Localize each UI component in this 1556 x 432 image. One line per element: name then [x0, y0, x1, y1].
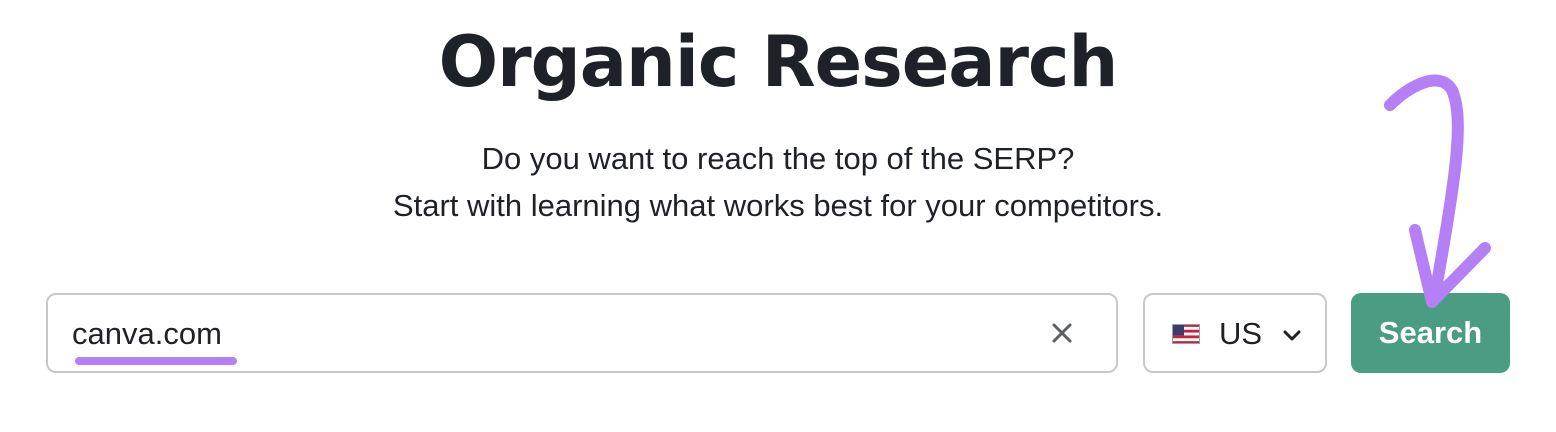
region-label: US	[1219, 316, 1263, 351]
organic-research-page: Organic Research Do you want to reach th…	[0, 0, 1556, 432]
domain-search-field[interactable]	[46, 293, 1118, 373]
close-icon	[1052, 323, 1072, 343]
input-highlight-underline	[75, 357, 237, 365]
region-select[interactable]: US	[1143, 293, 1327, 373]
clear-input-button[interactable]	[1040, 311, 1084, 355]
us-flag-icon	[1172, 324, 1200, 344]
subtitle-line-2: Start with learning what works best for …	[392, 188, 1164, 223]
page-title: Organic Research	[438, 21, 1119, 103]
search-button[interactable]: Search	[1351, 293, 1510, 373]
chevron-down-icon	[1283, 330, 1301, 341]
domain-search-input[interactable]	[72, 313, 1012, 355]
subtitle-line-1: Do you want to reach the top of the SERP…	[481, 141, 1075, 176]
